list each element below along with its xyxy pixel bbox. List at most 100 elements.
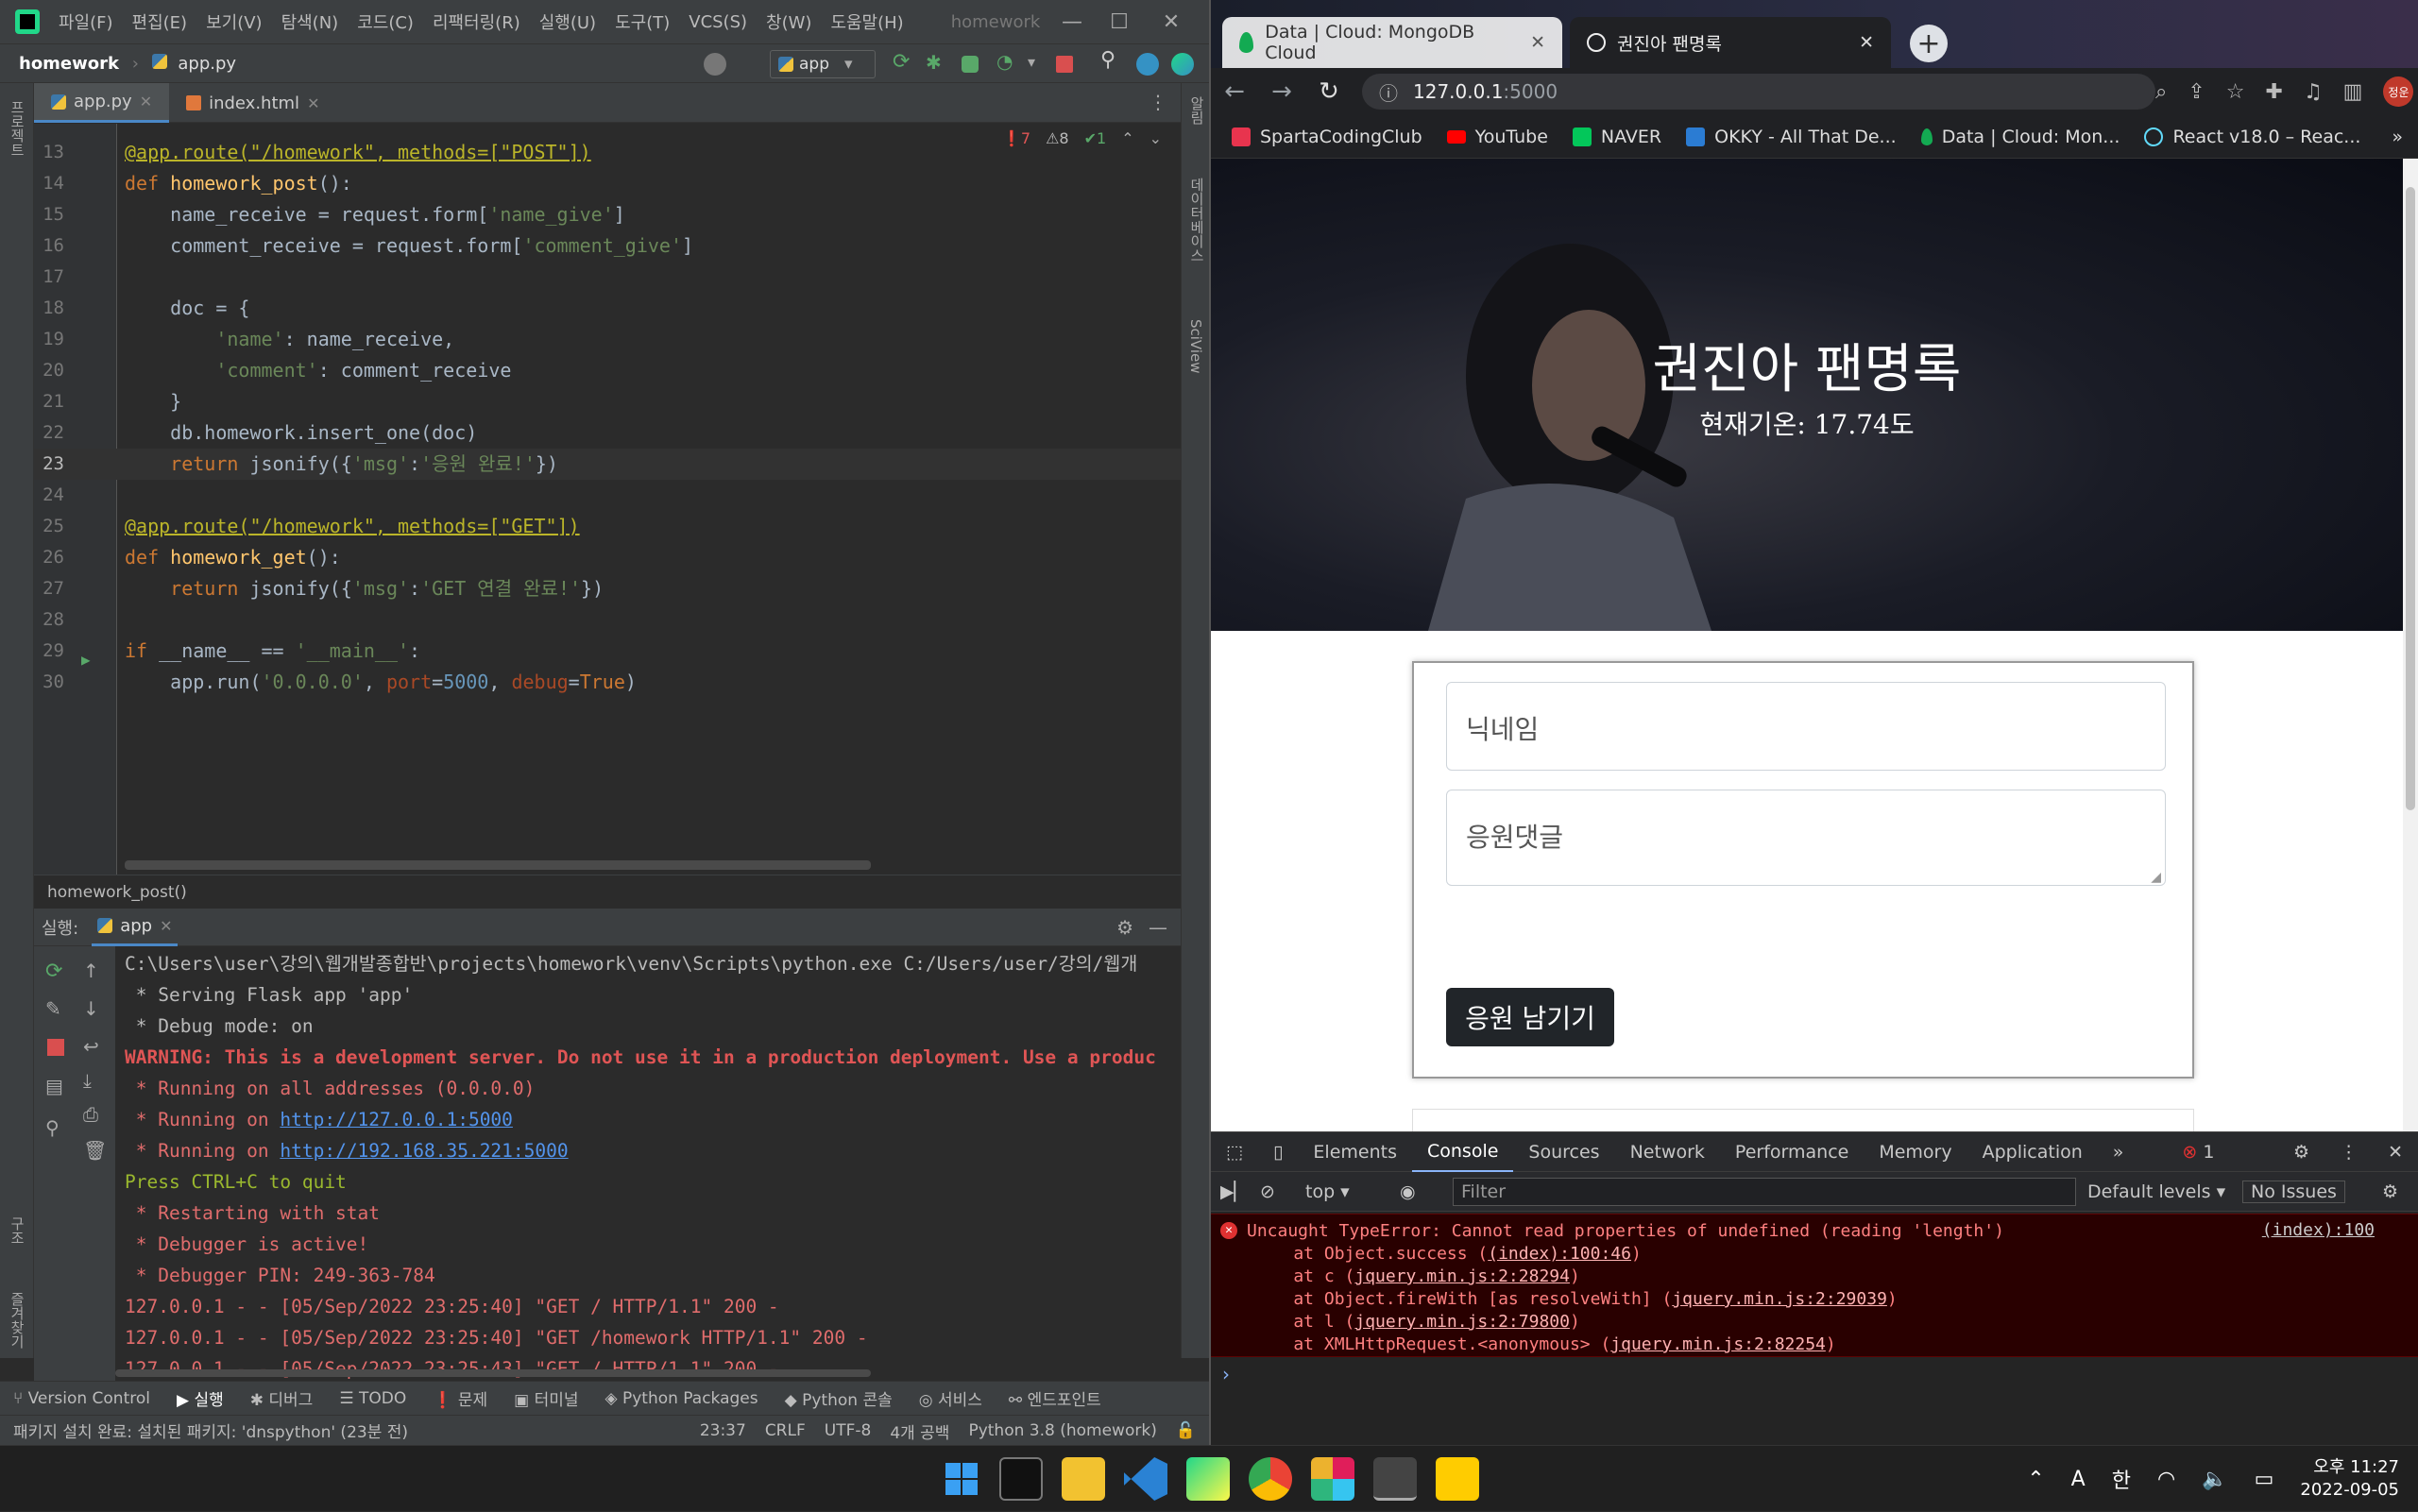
layout-icon[interactable]: ▤ xyxy=(45,1075,63,1097)
trash-icon[interactable]: 🗑 xyxy=(83,1139,107,1162)
close-window-icon[interactable]: ✕ xyxy=(1148,0,1195,43)
device-toolbar-icon[interactable]: ▯ xyxy=(1258,1132,1298,1172)
sidebar-icon[interactable]: ▥ xyxy=(2343,80,2363,104)
wifi-icon[interactable]: ◠ xyxy=(2157,1468,2175,1491)
toolbox-icon[interactable] xyxy=(1171,53,1194,76)
chrome-icon[interactable] xyxy=(1249,1457,1292,1501)
log-levels-select[interactable]: Default levels ▾ xyxy=(2087,1181,2225,1202)
horizontal-scrollbar[interactable] xyxy=(125,860,871,870)
menu-view[interactable]: 보기(V) xyxy=(206,9,262,34)
error-badge[interactable]: ⊗ 1 xyxy=(2167,1132,2229,1172)
extensions-icon[interactable]: ✚ xyxy=(2266,80,2283,104)
menu-file[interactable]: 파일(F) xyxy=(59,9,113,34)
menu-tools[interactable]: 도구(T) xyxy=(615,9,670,34)
profile-icon[interactable]: ◔ xyxy=(996,50,1019,73)
tab-menu-icon[interactable]: ⋮ xyxy=(1149,91,1167,113)
reload-icon[interactable]: ↻ xyxy=(1305,77,1353,106)
update-icon[interactable] xyxy=(1136,53,1159,76)
terminal-icon[interactable] xyxy=(999,1457,1043,1501)
run-config-select[interactable]: app ▾ xyxy=(770,50,876,78)
bookmark-youtube[interactable]: YouTube xyxy=(1446,127,1548,147)
new-tab-button[interactable]: + xyxy=(1910,25,1948,62)
issues-button[interactable]: No Issues xyxy=(2242,1180,2345,1203)
filter-input[interactable]: Filter xyxy=(1453,1178,2076,1206)
share-icon[interactable]: ⇪ xyxy=(2188,80,2205,104)
console-prompt[interactable]: › xyxy=(1222,1363,1230,1385)
tool-version-control[interactable]: ⑂ Version Control xyxy=(13,1389,150,1408)
favorites-tool-button[interactable]: 즐겨찾기 xyxy=(8,1292,27,1349)
inspect-element-icon[interactable]: ⬚ xyxy=(1211,1132,1258,1172)
media-icon[interactable]: ♫ xyxy=(2304,80,2323,104)
pin-icon[interactable]: ⚲ xyxy=(45,1116,60,1139)
menu-vcs[interactable]: VCS(S) xyxy=(689,12,747,32)
tab-elements[interactable]: Elements xyxy=(1298,1132,1412,1172)
tab-app-py[interactable]: app.py ✕ xyxy=(34,83,170,123)
tool-services[interactable]: ◎ 서비스 xyxy=(919,1386,982,1410)
project-tool-button[interactable]: 프로젝트 xyxy=(8,100,27,157)
bookmark-okky[interactable]: OKKY - All That De... xyxy=(1686,127,1897,147)
ime-mode[interactable]: A xyxy=(2071,1468,2086,1491)
bookmark-mongodb[interactable]: Data | Cloud: Mon... xyxy=(1920,127,2120,147)
stack-link[interactable]: (index):100:46 xyxy=(1488,1244,1631,1264)
nickname-input[interactable]: 닉네임 xyxy=(1446,682,2166,771)
tab-console[interactable]: Console xyxy=(1411,1132,1514,1172)
start-icon[interactable] xyxy=(940,1457,983,1501)
close-tab-icon[interactable]: ✕ xyxy=(307,94,319,112)
bookmark-naver[interactable]: NAVER xyxy=(1572,127,1661,147)
tab-index-html[interactable]: index.html ✕ xyxy=(169,83,336,123)
context-select[interactable]: top ▾ xyxy=(1305,1181,1350,1202)
stop-icon[interactable] xyxy=(47,1039,64,1056)
snipping-tool-icon[interactable] xyxy=(1373,1457,1417,1501)
structure-tool-button[interactable]: 구조 xyxy=(8,1216,27,1245)
eye-icon[interactable]: ◉ xyxy=(1400,1181,1416,1202)
page-scrollbar[interactable] xyxy=(2403,159,2418,1131)
minimize-icon[interactable]: — xyxy=(1048,0,1096,43)
rerun-icon[interactable]: ⟳ xyxy=(893,50,915,74)
menu-help[interactable]: 도움말(H) xyxy=(830,9,903,34)
tab-application[interactable]: Application xyxy=(1967,1132,2098,1172)
gear-icon[interactable]: ⚙ xyxy=(1116,916,1133,939)
tool-python-console[interactable]: ◆ Python 콘솔 xyxy=(785,1386,893,1410)
file-encoding[interactable]: UTF-8 xyxy=(825,1421,872,1440)
interpreter[interactable]: Python 3.8 (homework) xyxy=(968,1421,1156,1440)
tab-performance[interactable]: Performance xyxy=(1720,1132,1864,1172)
stack-link[interactable]: jquery.min.js:2:28294 xyxy=(1354,1266,1570,1286)
debug-icon[interactable]: ✱ xyxy=(926,51,948,74)
bookmark-react[interactable]: React v18.0 – Reac... xyxy=(2144,127,2360,147)
tab-sources[interactable]: Sources xyxy=(1513,1132,1614,1172)
arrow-down-icon[interactable]: ↓ xyxy=(83,997,99,1020)
breadcrumb-file[interactable]: app.py xyxy=(178,54,236,74)
menu-edit[interactable]: 편집(E) xyxy=(132,9,188,34)
more-tabs-icon[interactable]: » xyxy=(2098,1132,2139,1172)
more-bookmarks-icon[interactable]: » xyxy=(2392,127,2403,147)
menu-code[interactable]: 코드(C) xyxy=(357,9,414,34)
tool-debug[interactable]: ✱ 디버그 xyxy=(250,1386,314,1410)
stack-link[interactable]: jquery.min.js:2:82254 xyxy=(1610,1334,1826,1354)
tool-problems[interactable]: ❗ 문제 xyxy=(433,1386,487,1410)
stack-link[interactable]: jquery.min.js:2:29039 xyxy=(1672,1289,1887,1309)
resize-handle-icon[interactable]: ◢ xyxy=(2151,870,2161,885)
sticky-notes-icon[interactable] xyxy=(1436,1457,1479,1501)
status-message[interactable]: 패키지 설치 완료: 설치된 패키지: 'dnspython' (23분 전) xyxy=(13,1419,408,1442)
hide-panel-icon[interactable]: — xyxy=(1149,916,1167,939)
close-tab-icon[interactable]: ✕ xyxy=(160,917,172,935)
submit-comment-button[interactable]: 응원 남기기 xyxy=(1446,988,1614,1046)
coverage-icon[interactable] xyxy=(962,56,979,73)
forward-icon[interactable]: → xyxy=(1258,77,1305,106)
print-icon[interactable]: ⎙ xyxy=(83,1103,98,1126)
close-tab-icon[interactable]: ✕ xyxy=(1530,32,1545,53)
close-tab-icon[interactable]: ✕ xyxy=(1859,32,1874,53)
more-run-icon[interactable]: ▾ xyxy=(1028,53,1050,76)
vscode-icon[interactable] xyxy=(1124,1457,1167,1501)
back-icon[interactable]: ← xyxy=(1211,77,1258,106)
error-source-link[interactable]: (index):100 xyxy=(2262,1220,2375,1240)
close-devtools-icon[interactable]: ✕ xyxy=(2373,1132,2418,1172)
tool-run[interactable]: ▶ 실행 xyxy=(177,1386,224,1410)
tab-mongodb[interactable]: Data | Cloud: MongoDB Cloud ✕ xyxy=(1222,17,1562,68)
lock-icon[interactable]: 🔓 xyxy=(1176,1421,1196,1440)
comment-textarea[interactable]: 응원댓글 ◢ xyxy=(1446,790,2166,886)
clock[interactable]: 오후 11:27 2022-09-05 xyxy=(2300,1456,2399,1502)
address-bar[interactable]: ⓘ 127.0.0.1:5000 xyxy=(1362,74,2155,110)
wrench-icon[interactable]: ✎ xyxy=(45,997,61,1020)
battery-icon[interactable]: ▭ xyxy=(2255,1468,2274,1491)
